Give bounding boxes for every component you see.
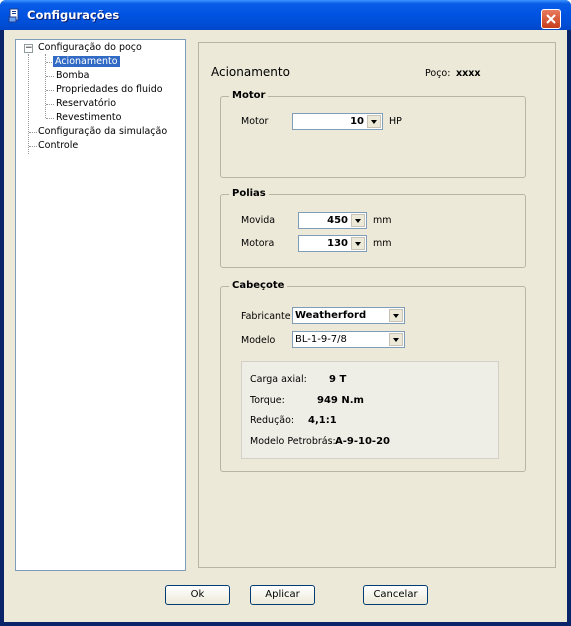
movida-value: 450 — [327, 215, 348, 226]
tree-connector — [45, 54, 46, 118]
cancel-button[interactable]: Cancelar — [363, 585, 428, 605]
poco-label: Poço: — [425, 68, 451, 79]
poco-value: xxxx — [456, 68, 481, 79]
torque-label: Torque: — [250, 395, 285, 406]
motor-label: Motor — [241, 116, 269, 127]
motor-group-title: Motor — [229, 90, 269, 101]
movida-unit: mm — [373, 215, 392, 226]
fabricante-label: Fabricante — [241, 311, 291, 322]
tree-connector — [29, 146, 37, 147]
modelo-petrobras-value: A-9-10-20 — [335, 436, 390, 447]
tree-connector — [29, 132, 37, 133]
cabecote-group-title: Cabeçote — [229, 280, 288, 291]
movida-select[interactable]: 450 — [298, 212, 367, 229]
motor-unit: HP — [389, 116, 402, 127]
close-icon — [546, 14, 556, 24]
carga-axial-label: Carga axial: — [250, 374, 307, 385]
tree-item-controle[interactable]: Controle — [38, 140, 78, 152]
torque-value: 949 N.m — [317, 395, 364, 406]
acionamento-panel: Acionamento Poço: xxxx Motor Motor 10 HP… — [198, 42, 556, 568]
modelo-value: BL-1-9-7/8 — [295, 334, 347, 345]
motor-dropdown-button[interactable] — [367, 115, 381, 128]
collapse-expander[interactable]: − — [24, 44, 33, 53]
chevron-down-icon — [393, 313, 399, 318]
dialog-client-area: − Configuração do poço Acionamento Bomba… — [4, 30, 567, 622]
tree-connector — [46, 90, 54, 91]
page-title: Acionamento — [211, 65, 290, 79]
tree-item-revestimento[interactable]: Revestimento — [56, 112, 121, 124]
modelo-select[interactable]: BL-1-9-7/8 — [292, 331, 405, 348]
configuracoes-window: Configurações − Configuração do poço Aci… — [0, 0, 571, 626]
motor-group: Motor Motor 10 HP — [220, 90, 526, 178]
reducao-label: Redução: — [250, 415, 295, 426]
window-title: Configurações — [27, 8, 120, 22]
chevron-down-icon — [355, 241, 361, 246]
movida-dropdown-button[interactable] — [351, 214, 365, 227]
tree-item-propriedades-fluido[interactable]: Propriedades do fluido — [56, 84, 163, 96]
motora-unit: mm — [373, 238, 392, 249]
tree-item-configuracao-simulacao[interactable]: Configuração da simulação — [38, 126, 167, 138]
modelo-petrobras-label: Modelo Petrobrás: — [250, 436, 336, 447]
reducao-value: 4,1:1 — [308, 415, 337, 426]
polias-group-title: Polias — [229, 188, 269, 199]
motor-select[interactable]: 10 — [292, 113, 383, 130]
modelo-dropdown-button[interactable] — [389, 333, 403, 346]
ok-button[interactable]: Ok — [165, 585, 230, 605]
tree-connector — [28, 54, 29, 154]
config-tree[interactable]: − Configuração do poço Acionamento Bomba… — [15, 39, 186, 571]
fabricante-dropdown-button[interactable] — [389, 309, 403, 322]
movida-label: Movida — [241, 215, 276, 226]
cabecote-group: Cabeçote Fabricante Weatherford Modelo B… — [220, 280, 526, 472]
tree-item-reservatorio[interactable]: Reservatório — [56, 98, 116, 110]
motora-dropdown-button[interactable] — [351, 237, 365, 250]
motora-value: 130 — [327, 238, 348, 249]
close-button[interactable] — [541, 9, 561, 29]
title-bar[interactable]: Configurações — [0, 0, 571, 30]
tree-item-acionamento[interactable]: Acionamento — [53, 56, 120, 68]
fabricante-select[interactable]: Weatherford — [292, 307, 405, 324]
tree-connector — [46, 104, 54, 105]
chevron-down-icon — [393, 337, 399, 342]
tree-item-bomba[interactable]: Bomba — [56, 70, 89, 82]
fabricante-value: Weatherford — [295, 310, 367, 321]
chevron-down-icon — [355, 218, 361, 223]
window-app-icon — [8, 8, 19, 23]
modelo-label: Modelo — [241, 335, 276, 346]
chevron-down-icon — [371, 119, 377, 124]
tree-item-configuracao-poco[interactable]: Configuração do poço — [38, 42, 142, 54]
motora-select[interactable]: 130 — [298, 235, 367, 252]
carga-axial-value: 9 T — [329, 374, 347, 385]
tree-connector — [46, 76, 54, 77]
cabecote-info-box: Carga axial: 9 T Torque: 949 N.m Redução… — [241, 361, 499, 459]
polias-group: Polias Movida 450 mm Motora 130 mm — [220, 188, 526, 268]
motora-label: Motora — [241, 238, 275, 249]
motor-value: 10 — [350, 116, 364, 127]
tree-connector — [46, 118, 54, 119]
apply-button[interactable]: Aplicar — [250, 585, 315, 605]
